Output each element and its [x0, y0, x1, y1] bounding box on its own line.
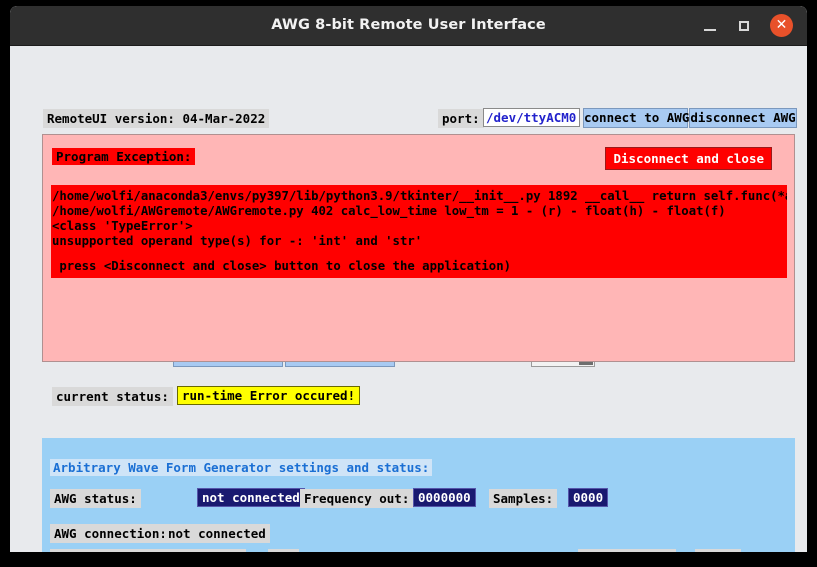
traceback-line: /home/wolfi/anaconda3/envs/py397/lib/pyt… — [52, 189, 787, 203]
client-area: RemoteUI version: 04-Mar-2022 port: /dev… — [10, 46, 807, 552]
awg-connection-label: AWG connection: — [50, 524, 171, 543]
cpu-frequency-value: 000 — [268, 549, 299, 552]
awg-status-value: not connected — [197, 488, 305, 507]
maximize-button[interactable] — [735, 16, 755, 36]
program-exception-panel: Program Exception: Disconnect and close … — [42, 134, 795, 362]
connect-to-awg-button[interactable]: connect to AWG — [583, 108, 689, 128]
disconnect-and-close-button[interactable]: Disconnect and close — [605, 147, 772, 170]
frequency-out-label: Frequency out: — [300, 489, 414, 508]
awg-version-label: AWG Version: — [578, 549, 677, 552]
awg-panel-heading: Arbitrary Wave Form Generator settings a… — [50, 459, 433, 476]
minimize-button[interactable] — [701, 16, 721, 36]
current-status-label: current status: — [52, 387, 173, 406]
awg-status-label: AWG status: — [50, 489, 141, 508]
traceback-line: unsupported operand type(s) for -: 'int'… — [52, 234, 423, 248]
cpu-frequency-label: AWG RP2040 CPU frequency: — [50, 549, 247, 552]
traceback-line: <class 'TypeError'> — [52, 219, 193, 233]
traceback-text: /home/wolfi/anaconda3/envs/py397/lib/pyt… — [51, 185, 787, 278]
samples-value: 0000 — [568, 488, 609, 507]
close-button[interactable]: ✕ — [770, 14, 793, 37]
close-icon: ✕ — [775, 17, 788, 33]
maximize-icon — [739, 21, 749, 31]
awg-connection-value: not connected — [164, 524, 270, 543]
traceback-line: /home/wolfi/AWGremote/AWGremote.py 402 c… — [52, 204, 726, 218]
frequency-out-value: 0000000 — [413, 488, 476, 507]
awg-version-value: 0.0.0 — [695, 549, 741, 552]
application-window: AWG 8-bit Remote User Interface ✕ Remote… — [10, 6, 807, 552]
port-input[interactable]: /dev/ttyACM0 — [483, 108, 580, 127]
awg-settings-panel: Arbitrary Wave Form Generator settings a… — [42, 438, 795, 552]
window-title: AWG 8-bit Remote User Interface — [271, 17, 546, 33]
traceback-line-spacer — [51, 249, 787, 259]
port-label: port: — [438, 109, 484, 128]
samples-label: Samples: — [489, 489, 558, 508]
traceback-line: press <Disconnect and close> button to c… — [52, 259, 512, 273]
minimize-icon — [704, 29, 716, 31]
remoteui-version-label: RemoteUI version: 04-Mar-2022 — [43, 109, 270, 128]
disconnect-awg-button[interactable]: disconnect AWG — [689, 108, 797, 128]
current-status-value: run-time Error occured! — [177, 386, 361, 405]
exception-title: Program Exception: — [52, 148, 196, 165]
slider-thumb[interactable] — [579, 362, 593, 365]
title-bar: AWG 8-bit Remote User Interface ✕ — [10, 6, 807, 46]
